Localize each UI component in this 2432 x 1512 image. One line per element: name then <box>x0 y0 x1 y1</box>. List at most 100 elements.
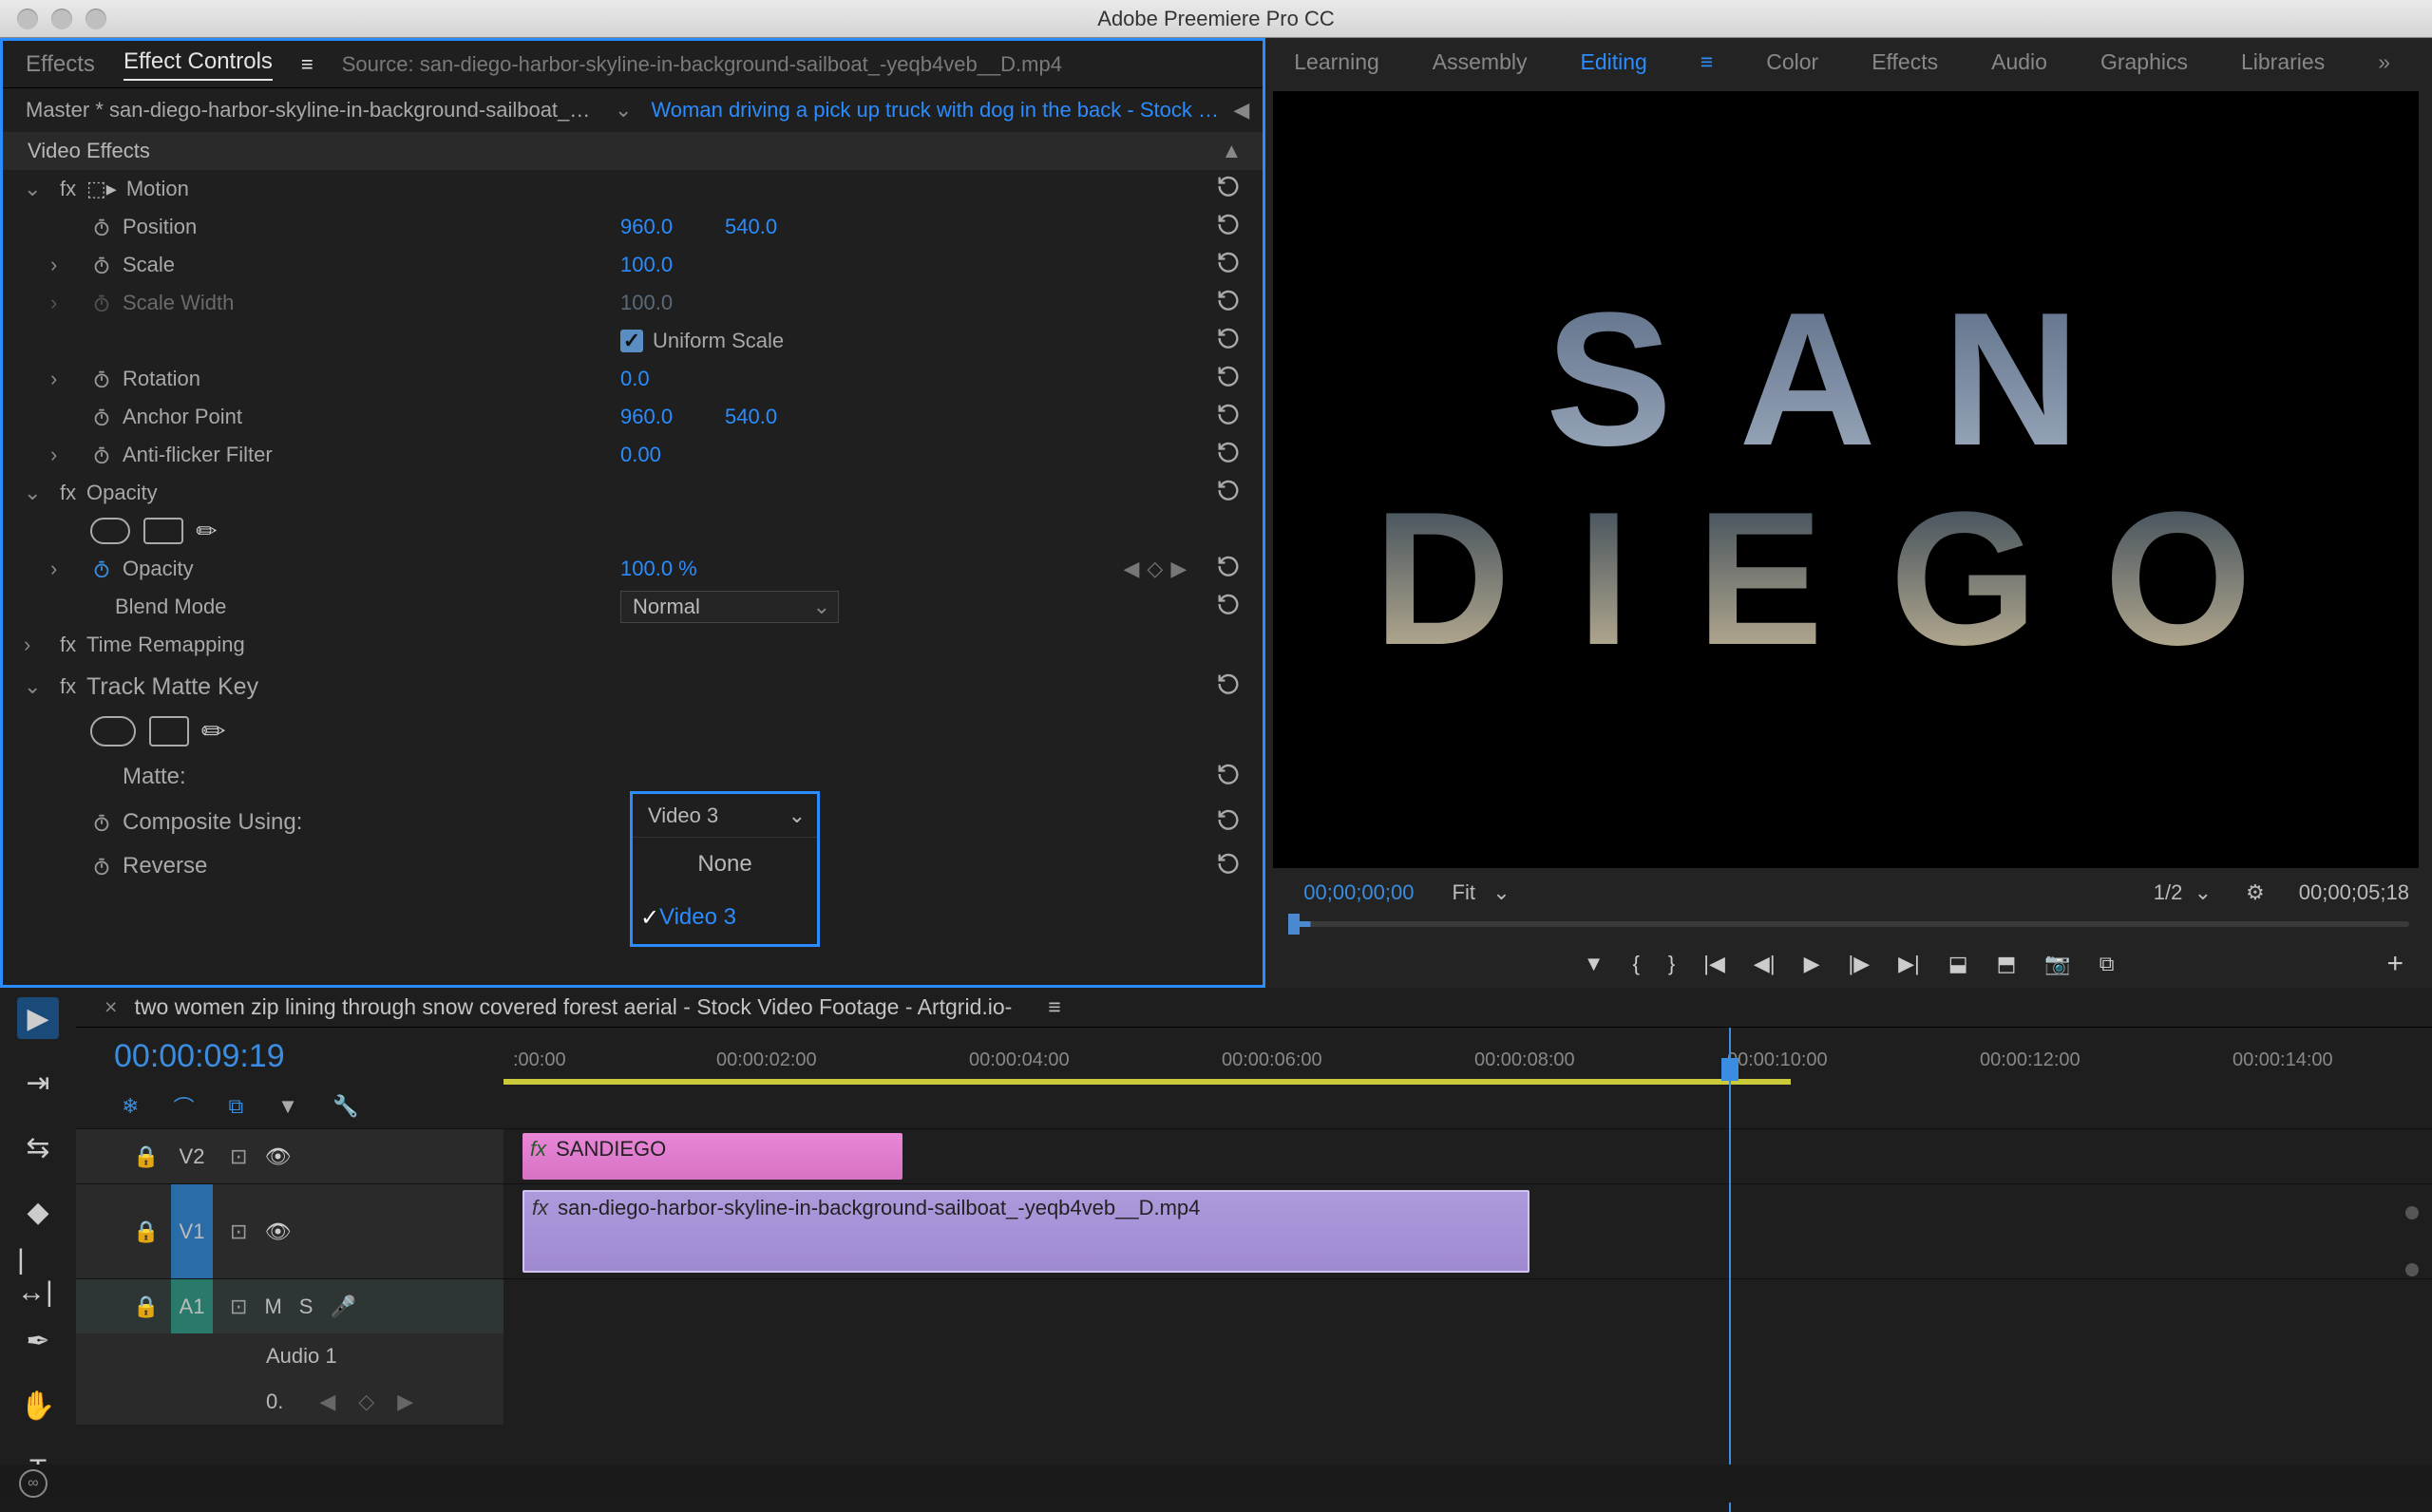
matte-option-video3[interactable]: ✓ Video 3 <box>633 891 817 944</box>
playhead-handle-icon[interactable] <box>1721 1058 1738 1081</box>
track-header-a1[interactable]: 🔒 A1 ⊡ M S 🎤 <box>76 1279 504 1333</box>
rotation-value[interactable]: 0.0 <box>620 367 650 391</box>
sequence-tab[interactable]: × two women zip lining through snow cove… <box>76 988 2432 1028</box>
mark-in-icon[interactable]: ▼ <box>1584 952 1605 976</box>
tab-effects[interactable]: Effects <box>26 51 95 78</box>
stopwatch-icon[interactable] <box>88 369 115 389</box>
close-icon[interactable]: × <box>104 994 117 1020</box>
track-name-v1[interactable]: V1 <box>171 1184 213 1278</box>
reset-icon[interactable] <box>1215 806 1242 839</box>
play-icon[interactable]: ▶ <box>1804 952 1820 976</box>
property-antiflicker[interactable]: › Anti-flicker Filter 0.00 <box>3 436 1263 474</box>
close-window-icon[interactable] <box>17 9 38 29</box>
uniform-scale-checkbox[interactable]: ✓ <box>620 330 643 352</box>
reset-icon[interactable] <box>1215 325 1242 357</box>
property-scale[interactable]: › Scale 100.0 <box>3 246 1263 284</box>
effect-time-remapping[interactable]: › fx Time Remapping <box>3 626 1263 664</box>
matte-dropdown[interactable]: Video 3 ⌄ None ✓ Video 3 <box>630 791 820 947</box>
go-to-out-icon[interactable]: ▶| <box>1898 952 1920 976</box>
reset-icon[interactable] <box>1215 477 1242 509</box>
lock-icon[interactable]: 🔒 <box>133 1295 159 1319</box>
workspace-editing[interactable]: Editing <box>1581 49 1647 75</box>
workspace-effects[interactable]: Effects <box>1872 49 1938 75</box>
matte-option-none[interactable]: None <box>633 838 817 891</box>
fx-badge-icon[interactable]: fx <box>60 177 86 201</box>
vertical-scroll-handle[interactable] <box>2405 1206 2419 1219</box>
add-keyframe-icon[interactable]: ◇ <box>1147 557 1163 581</box>
stopwatch-icon[interactable] <box>88 217 115 237</box>
creative-cloud-icon[interactable]: ∞ <box>19 1469 48 1498</box>
clip-sandiego[interactable]: fx SANDIEGO <box>522 1133 902 1180</box>
go-to-in-icon[interactable]: |◀ <box>1703 952 1725 976</box>
workspace-libraries[interactable]: Libraries <box>2241 49 2325 75</box>
property-anchor-point[interactable]: Anchor Point 960.0 540.0 <box>3 398 1263 436</box>
sync-lock-icon[interactable]: ⊡ <box>230 1219 247 1244</box>
prev-keyframe-icon[interactable]: ◀ <box>1124 557 1140 581</box>
workspace-overflow-icon[interactable]: » <box>2378 49 2390 75</box>
scrub-track[interactable] <box>1288 921 2409 927</box>
workspace-assembly[interactable]: Assembly <box>1433 49 1528 75</box>
effect-track-matte-key[interactable]: ⌄ fx Track Matte Key <box>3 664 1263 709</box>
expand-icon[interactable]: ⌄ <box>24 177 41 201</box>
reset-icon[interactable] <box>1215 553 1242 585</box>
export-frame-icon[interactable]: 📷 <box>2044 952 2070 976</box>
next-keyframe-icon[interactable]: ▶ <box>397 1389 413 1414</box>
razor-tool-icon[interactable]: ◆ <box>17 1191 59 1233</box>
workspace-menu-icon[interactable]: ≡ <box>1700 49 1713 75</box>
hand-tool-icon[interactable]: ✋ <box>17 1385 59 1427</box>
reset-icon[interactable] <box>1215 439 1242 471</box>
next-keyframe-icon[interactable]: ▶ <box>1170 557 1187 581</box>
expand-icon[interactable]: ⌄ <box>24 481 41 505</box>
expand-icon[interactable]: ⌄ <box>24 674 41 699</box>
fx-badge-icon[interactable]: fx <box>60 633 86 657</box>
settings-icon[interactable]: ⚙ <box>2246 880 2265 905</box>
slip-tool-icon[interactable]: |↔| <box>17 1256 59 1297</box>
sync-lock-icon[interactable]: ⊡ <box>230 1295 247 1319</box>
mute-button[interactable]: M <box>264 1295 281 1319</box>
chevron-down-icon[interactable]: ⌄ <box>615 98 632 123</box>
track-name-a1[interactable]: A1 <box>171 1279 213 1333</box>
track-visibility-icon[interactable]: 👁 <box>264 1219 291 1244</box>
add-marker-icon[interactable]: ⧉ <box>228 1094 243 1119</box>
expand-icon[interactable]: › <box>50 557 57 581</box>
effect-opacity[interactable]: ⌄ fx Opacity <box>3 474 1263 512</box>
property-uniform-scale[interactable]: ✓ Uniform Scale <box>3 322 1263 360</box>
time-ruler[interactable]: :00:00 00:00:02:00 00:00:04:00 00:00:06:… <box>504 1028 2432 1085</box>
reset-icon[interactable] <box>1215 363 1242 395</box>
stopwatch-icon[interactable] <box>88 255 115 275</box>
work-area-bar[interactable] <box>504 1079 1791 1085</box>
stopwatch-icon[interactable] <box>88 444 115 465</box>
rectangle-mask-icon[interactable] <box>149 716 189 747</box>
mark-clip-icon[interactable]: } <box>1668 952 1675 976</box>
reset-icon[interactable] <box>1215 211 1242 243</box>
fit-select[interactable]: Fit ⌄ <box>1453 880 1510 905</box>
clip-video-v1[interactable]: fx san-diego-harbor-skyline-in-backgroun… <box>522 1190 1530 1273</box>
timeline-settings-icon[interactable]: 🔧 <box>332 1094 358 1119</box>
position-x[interactable]: 960.0 <box>620 215 673 239</box>
track-visibility-icon[interactable]: 👁 <box>264 1144 291 1169</box>
track-header-v1[interactable]: 🔒 V1 ⊡ 👁 <box>76 1184 504 1278</box>
property-opacity[interactable]: › Opacity 100.0 % ◀◇▶ <box>3 550 1263 588</box>
program-monitor[interactable]: SAN DIEGO <box>1273 91 2419 868</box>
workspace-learning[interactable]: Learning <box>1294 49 1379 75</box>
panel-menu-icon[interactable]: ≡ <box>301 52 314 77</box>
lock-icon[interactable]: 🔒 <box>133 1144 159 1169</box>
pen-mask-icon[interactable]: ✎ <box>189 513 224 548</box>
step-back-icon[interactable]: ◀| <box>1754 952 1776 976</box>
anchor-x[interactable]: 960.0 <box>620 405 673 429</box>
snap-icon[interactable]: ❄ <box>122 1094 139 1119</box>
lift-icon[interactable]: ⬓ <box>1948 952 1968 976</box>
opacity-value[interactable]: 100.0 % <box>620 557 697 581</box>
ellipse-mask-icon[interactable] <box>90 518 130 544</box>
reset-icon[interactable] <box>1215 761 1242 793</box>
prev-keyframe-icon[interactable]: ◀ <box>319 1389 335 1414</box>
reset-icon[interactable] <box>1215 850 1242 882</box>
workspace-audio[interactable]: Audio <box>1991 49 2047 75</box>
tab-effect-controls[interactable]: Effect Controls <box>124 48 273 81</box>
solo-button[interactable]: S <box>299 1295 314 1319</box>
expand-icon[interactable]: › <box>24 633 30 657</box>
workspace-graphics[interactable]: Graphics <box>2100 49 2188 75</box>
stopwatch-icon[interactable] <box>88 812 115 833</box>
scale-value[interactable]: 100.0 <box>620 253 673 277</box>
stopwatch-icon[interactable] <box>88 856 115 877</box>
